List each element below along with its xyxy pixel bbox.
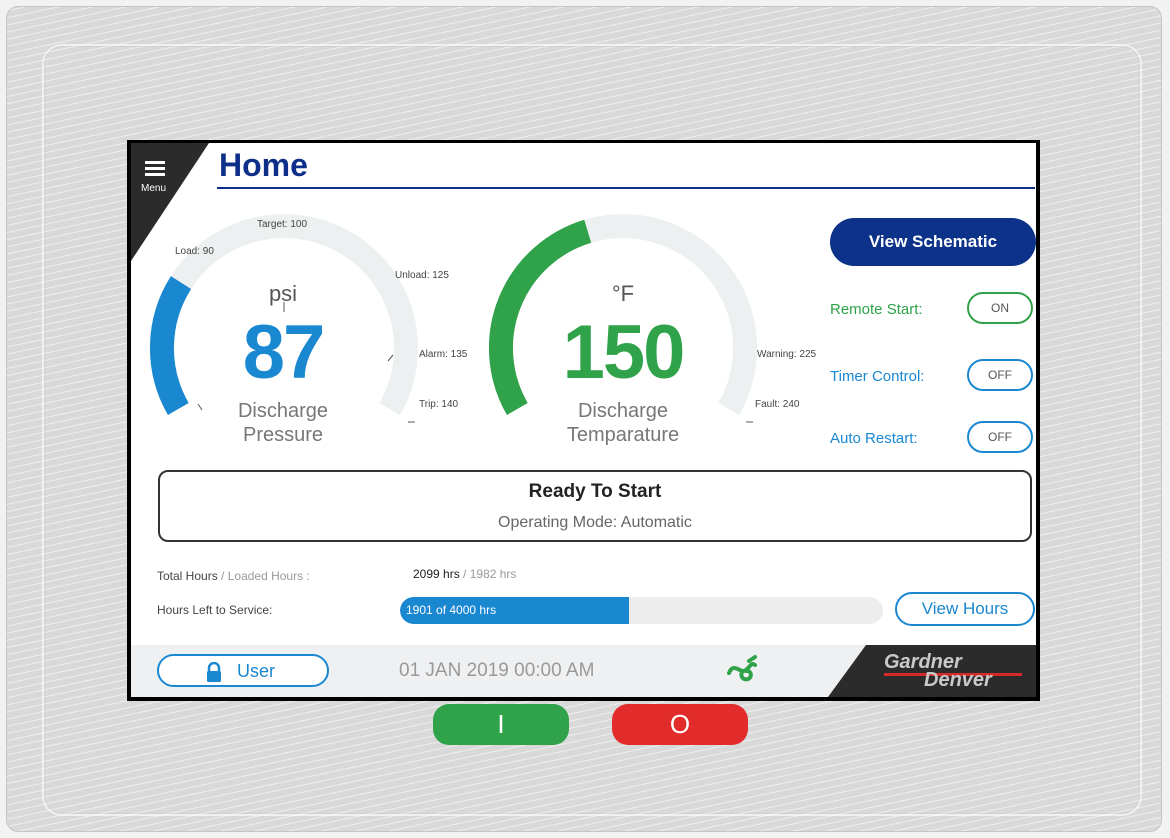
user-label: User (237, 661, 276, 681)
menu-label: Menu (141, 183, 167, 194)
stop-hardware-button[interactable]: O (612, 704, 748, 745)
status-panel: Ready To Start Operating Mode: Automatic (158, 470, 1032, 542)
hmi-screen: Menu Home Load: 90 Target: 100 Unload: 1… (127, 140, 1040, 701)
temperature-name: Discharge Temparature (566, 400, 680, 446)
brand-line2: Denver (924, 669, 992, 691)
tick-unload (387, 354, 394, 362)
start-symbol: I (497, 709, 505, 739)
remote-start-label: Remote Start: (830, 301, 923, 318)
temperature-value: 150 (562, 310, 686, 395)
timer-control-label: Timer Control: (830, 368, 925, 385)
menu-button[interactable]: Menu (139, 153, 183, 197)
connectivity-logo-icon (727, 655, 757, 682)
auto-restart-label: Auto Restart: (830, 430, 918, 447)
pressure-unit: psi (268, 281, 298, 306)
marker-unload: Unload: 125 (395, 270, 449, 281)
marker-fault: Fault: 240 (755, 399, 800, 410)
user-button[interactable]: User (157, 654, 329, 687)
operating-mode: Operating Mode: Automatic (498, 514, 692, 531)
service-progress-text: 1901 of 4000 hrs (406, 603, 497, 617)
hamburger-icon (145, 161, 165, 164)
service-label: Hours Left to Service: (157, 603, 273, 617)
auto-restart-toggle[interactable]: OFF (967, 421, 1033, 453)
marker-load: Load: 90 (175, 246, 214, 257)
hours-values: 2099 hrs / 1982 hrs (413, 567, 517, 581)
stop-symbol: O (669, 709, 691, 739)
remote-start-toggle[interactable]: ON (967, 292, 1033, 324)
timer-control-toggle[interactable]: OFF (967, 359, 1033, 391)
pressure-value: 87 (242, 310, 326, 395)
marker-target: Target: 100 (257, 219, 308, 230)
brand-logo: Gardner Denver (828, 645, 1036, 697)
pressure-gauge-fill (149, 276, 192, 415)
marker-alarm: Alarm: 135 (419, 349, 468, 360)
hours-labels: Total Hours / Loaded Hours : (157, 569, 310, 583)
view-hours-button[interactable]: View Hours (895, 592, 1035, 626)
footer-bar: User 01 JAN 2019 00:00 AM Gardner Denver (131, 645, 1036, 697)
page-title: Home (219, 147, 308, 183)
temperature-unit: °F (611, 281, 635, 306)
datetime: 01 JAN 2019 00:00 AM (399, 660, 595, 681)
marker-warning: Warning: 225 (757, 349, 817, 360)
marker-trip: Trip: 140 (419, 399, 459, 410)
status-title: Ready To Start (528, 481, 662, 502)
display-area: Menu Home Load: 90 Target: 100 Unload: 1… (131, 143, 1036, 697)
view-schematic-button[interactable]: View Schematic (830, 218, 1036, 266)
title-divider (217, 187, 1035, 189)
start-hardware-button[interactable]: I (433, 704, 569, 745)
service-progress-bar: 1901 of 4000 hrs (400, 597, 883, 624)
lock-icon (207, 662, 221, 682)
pressure-name: Discharge Pressure (237, 400, 329, 446)
